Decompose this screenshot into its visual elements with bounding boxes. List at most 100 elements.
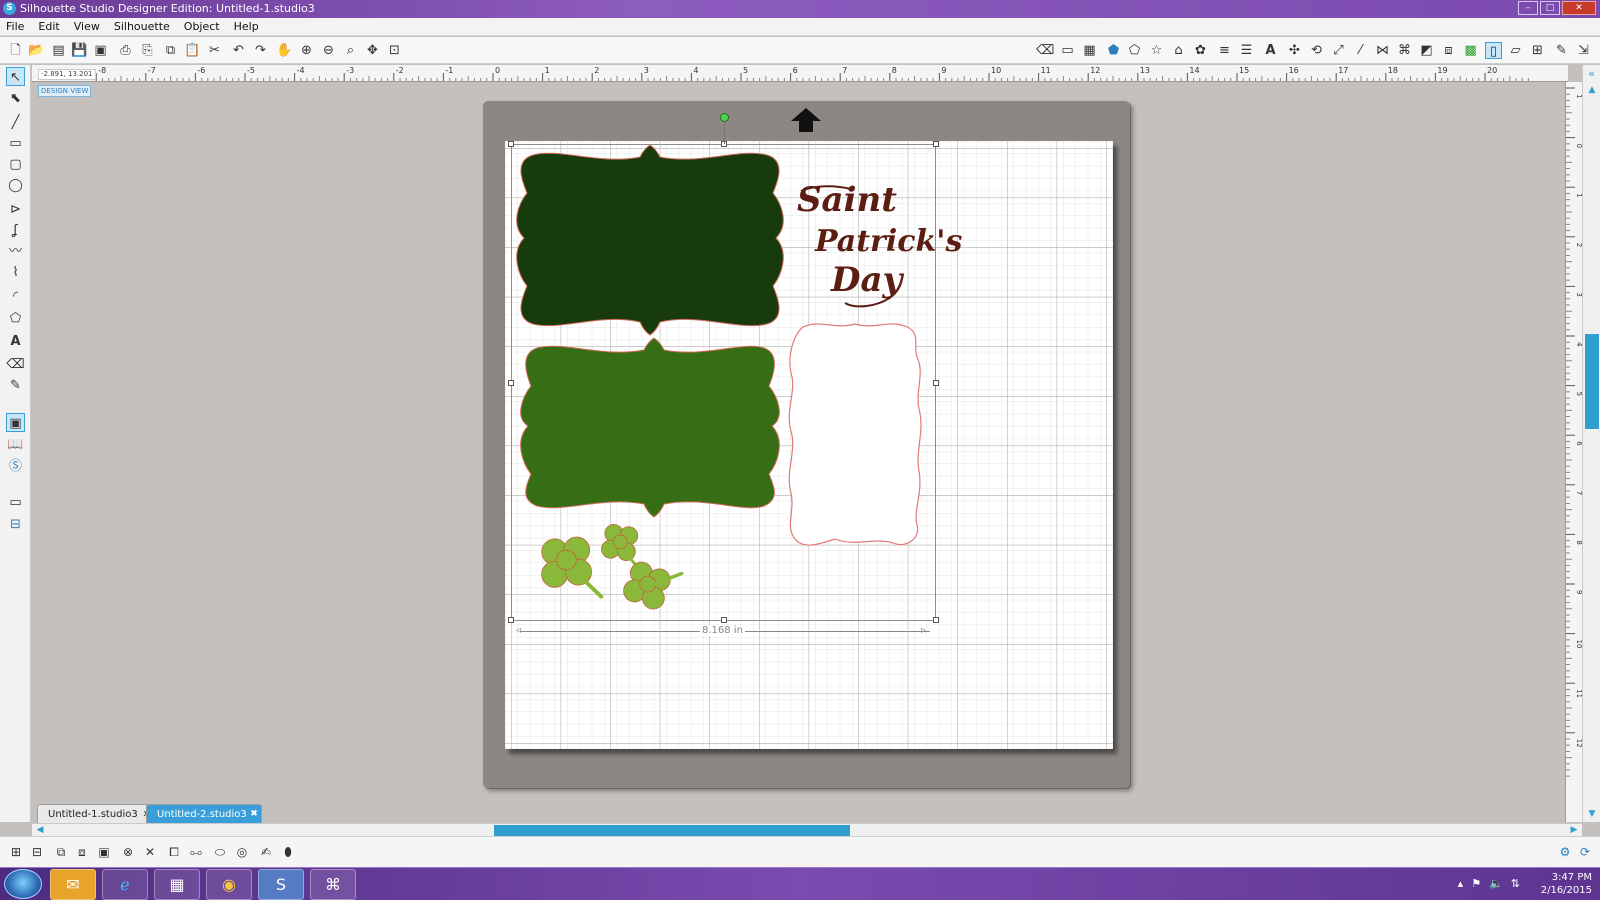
transform-icon[interactable]: ✣ <box>1286 42 1303 59</box>
tab-untitled-2[interactable]: Untitled-2.studio3 ✖ <box>146 804 262 823</box>
polygon-tool-icon[interactable]: ⊳ <box>6 200 25 219</box>
undo-icon[interactable]: ↶ <box>230 42 247 59</box>
offset-icon[interactable]: ⁄ <box>1352 42 1369 59</box>
offset-bottom-icon[interactable]: ◎ <box>233 843 251 861</box>
line-tool-icon[interactable]: ╱ <box>6 113 25 132</box>
collapse-panel-icon[interactable]: « <box>1582 65 1600 82</box>
rotate-icon[interactable]: ⟲ <box>1308 42 1325 59</box>
fit-to-page-icon[interactable]: ⊡ <box>386 42 403 59</box>
silhouette-studio-icon[interactable]: S <box>258 869 304 900</box>
split-view-icon[interactable]: ⊟ <box>6 515 25 534</box>
line-settings-icon[interactable]: ≡ <box>1216 42 1233 59</box>
pan-hand-icon[interactable]: ✋ <box>276 42 293 59</box>
zoom-select-icon[interactable]: ⌕ <box>342 42 359 59</box>
send-icon[interactable]: ⇲ <box>1575 42 1592 59</box>
zoom-out-icon[interactable]: ⊖ <box>320 42 337 59</box>
close-tab-icon[interactable]: ✖ <box>250 805 258 824</box>
eraser-icon[interactable]: ⌫ <box>1036 42 1054 59</box>
regular-polygon-tool-icon[interactable]: ⬠ <box>6 309 25 328</box>
pen-icon[interactable]: ✍ <box>257 843 275 861</box>
knife-tool-icon[interactable]: ✎ <box>6 376 25 395</box>
grid-settings-icon[interactable]: ▦ <box>1081 42 1098 59</box>
ungroup-icon[interactable]: ⊟ <box>28 843 46 861</box>
curve-tool-icon[interactable]: ʆ <box>6 221 25 240</box>
start-button[interactable] <box>4 869 42 899</box>
open-folder-icon[interactable]: 📂 <box>28 42 45 59</box>
apps-grid-icon[interactable]: ▦ <box>154 869 200 900</box>
knife-tool-top-icon[interactable]: ✎ <box>1553 42 1570 59</box>
settings-icon[interactable]: ⬭ <box>211 843 229 861</box>
resize-handle-top-left[interactable] <box>508 141 514 147</box>
show-hidden-icons-icon[interactable]: ▴ <box>1458 877 1464 890</box>
menu-file[interactable]: File <box>6 20 24 33</box>
resize-handle-top-right[interactable] <box>933 141 939 147</box>
print-icon[interactable]: ⎙ <box>117 42 134 59</box>
copy-icon[interactable]: ⧉ <box>162 42 179 59</box>
library-view-icon[interactable]: 📖 <box>6 435 25 454</box>
control-panel-icon[interactable]: ⌘ <box>310 869 356 900</box>
replicate-icon[interactable]: ⋈ <box>1374 42 1391 59</box>
action-center-icon[interactable]: ⚑ <box>1471 877 1481 890</box>
smooth-freehand-tool-icon[interactable]: ⌇ <box>6 263 25 282</box>
resize-handle-right[interactable] <box>933 380 939 386</box>
save-to-library-icon[interactable]: ▣ <box>92 42 109 59</box>
fill-gradient-icon[interactable]: ⌂ <box>1170 42 1187 59</box>
cut-settings-icon[interactable]: ▯ <box>1485 42 1502 59</box>
rectangle-tool-icon[interactable]: ▭ <box>6 134 25 153</box>
group-icon[interactable]: ⊞ <box>7 843 25 861</box>
compound-path-icon[interactable]: ⧉ <box>52 843 70 861</box>
store-view-icon[interactable]: Ⓢ <box>6 457 25 476</box>
menu-view[interactable]: View <box>74 20 100 33</box>
minimize-button[interactable]: – <box>1518 1 1538 15</box>
maximize-button[interactable]: □ <box>1540 1 1560 15</box>
resize-handle-bottom-right[interactable] <box>933 617 939 623</box>
menu-edit[interactable]: Edit <box>38 20 59 33</box>
zoom-in-icon[interactable]: ⊕ <box>298 42 315 59</box>
rounded-rectangle-tool-icon[interactable]: ▢ <box>6 155 25 174</box>
trace-icon[interactable]: ⌘ <box>1396 42 1413 59</box>
volume-icon[interactable]: 🔈 <box>1489 877 1503 890</box>
internet-explorer-icon[interactable]: ℯ <box>102 869 148 900</box>
new-document-icon[interactable]: 🗋 <box>7 42 24 59</box>
rotate-handle[interactable] <box>720 113 729 122</box>
panel-view-icon[interactable]: ▭ <box>6 493 25 512</box>
eraser-tool-icon[interactable]: ⌫ <box>6 355 25 374</box>
scroll-up-icon[interactable]: ▲ <box>1585 84 1599 96</box>
show-grid-icon[interactable]: ⊞ <box>1529 42 1546 59</box>
network-icon[interactable]: ⇅ <box>1511 877 1520 890</box>
fill-color-icon[interactable]: ⬟ <box>1105 42 1122 59</box>
clock[interactable]: 3:47 PM 2/16/2015 <box>1541 871 1592 897</box>
paste-icon[interactable]: 📋 <box>184 42 201 59</box>
select-tool-icon[interactable]: ↖ <box>6 67 25 86</box>
scale-icon[interactable]: ⤢ <box>1330 42 1347 59</box>
line-color-icon[interactable]: ⬠ <box>1126 42 1143 59</box>
weld-icon[interactable]: ▣ <box>95 843 113 861</box>
outlook-icon[interactable]: ✉ <box>50 869 96 900</box>
store-icon[interactable]: ⧈ <box>1440 42 1457 59</box>
intersect-icon[interactable]: ⊗ <box>119 843 137 861</box>
selection-bounding-box[interactable] <box>511 144 936 621</box>
resize-handle-bottom-left[interactable] <box>508 617 514 623</box>
print-cut-icon[interactable]: ⎘ <box>139 42 156 59</box>
bring-forward-icon[interactable]: ⧠ <box>165 843 183 861</box>
save-icon[interactable]: 💾 <box>71 42 88 59</box>
send-to-silhouette-icon[interactable]: ▱ <box>1507 42 1524 59</box>
resize-handle-left[interactable] <box>508 380 514 386</box>
scroll-down-icon[interactable]: ▼ <box>1585 808 1599 820</box>
delete-icon[interactable]: ✕ <box>141 843 159 861</box>
vertical-scroll-thumb[interactable] <box>1585 334 1599 429</box>
text-tool-top-icon[interactable]: A <box>1262 42 1279 59</box>
redo-icon[interactable]: ↷ <box>252 42 269 59</box>
fill-pattern-icon[interactable]: ✿ <box>1192 42 1209 59</box>
horizontal-scrollbar[interactable]: ◀ ▶ <box>32 823 1582 836</box>
edit-points-icon[interactable]: ⬉ <box>6 89 25 108</box>
chrome-icon[interactable]: ◉ <box>206 869 252 900</box>
cut-icon[interactable]: ✂ <box>206 42 223 59</box>
refresh-icon[interactable]: ⟳ <box>1576 843 1594 861</box>
send-backward-icon[interactable]: ⧟ <box>187 843 205 861</box>
menu-help[interactable]: Help <box>234 20 259 33</box>
fill-icon[interactable]: ⬮ <box>279 843 297 861</box>
page-settings-icon[interactable]: ▭ <box>1059 42 1076 59</box>
open-library-icon[interactable]: ▤ <box>50 42 67 59</box>
design-view-icon[interactable]: ▣ <box>6 413 25 432</box>
